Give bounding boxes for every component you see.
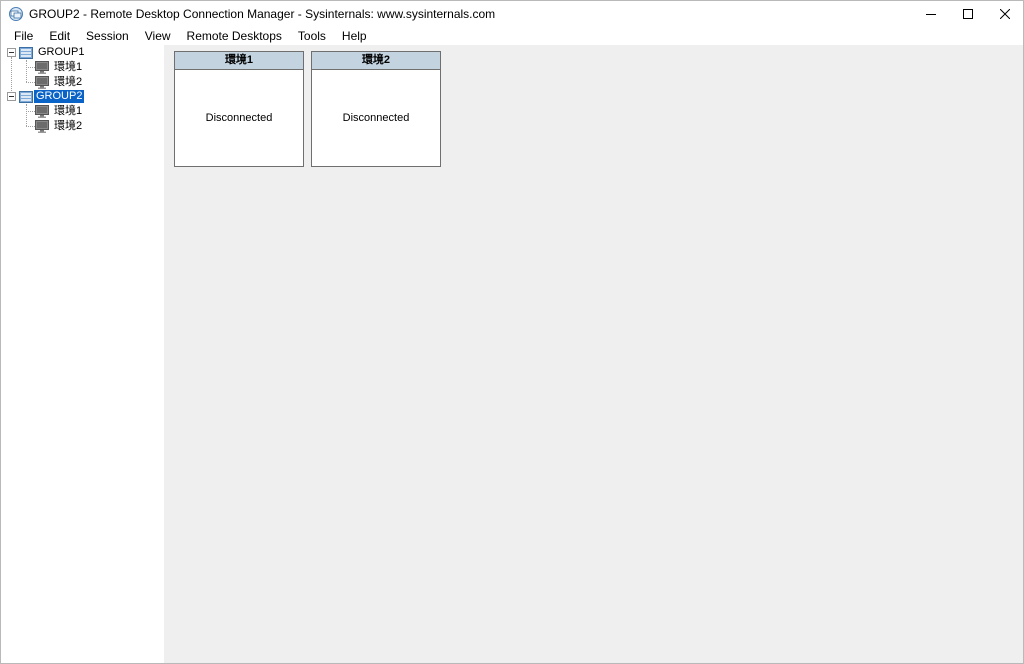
menu-tools[interactable]: Tools: [290, 27, 334, 45]
tree-connector: [26, 82, 35, 83]
thumbnail-status: Disconnected: [175, 70, 303, 166]
tree-server-group2-env1[interactable]: 環境1: [35, 104, 84, 119]
maximize-icon: [962, 9, 973, 19]
monitor-icon: [35, 105, 49, 118]
menu-edit[interactable]: Edit: [41, 27, 78, 45]
tree-connector: [26, 104, 27, 126]
connection-status: Disconnected: [205, 112, 273, 124]
connection-status: Disconnected: [342, 112, 410, 124]
maximize-button[interactable]: [949, 1, 986, 27]
tree-connector: [26, 126, 35, 127]
thumbnail-area: 環境1 Disconnected 環境2 Disconnected: [164, 45, 1023, 663]
tree-group-group2[interactable]: GROUP2: [19, 89, 85, 104]
window-controls: [912, 1, 1023, 27]
menu-view[interactable]: View: [137, 27, 179, 45]
monitor-icon: [35, 120, 49, 133]
tree-connector: [11, 57, 12, 97]
server-group-icon: [19, 90, 33, 103]
menu-session[interactable]: Session: [78, 27, 137, 45]
menu-remote-desktops[interactable]: Remote Desktops: [179, 27, 290, 45]
thumbnail-status: Disconnected: [312, 70, 440, 166]
minimize-button[interactable]: [912, 1, 949, 27]
tree-server-group1-env1[interactable]: 環境1: [35, 60, 84, 75]
minimize-icon: [925, 14, 936, 15]
monitor-icon: [35, 61, 49, 74]
thumbnail-title: 環境1: [175, 52, 303, 70]
server-thumbnail-env1[interactable]: 環境1 Disconnected: [174, 51, 304, 167]
tree-collapse-icon[interactable]: [7, 48, 16, 57]
thumbnail-title: 環境2: [312, 52, 440, 70]
tree-server-group2-env2[interactable]: 環境2: [35, 119, 84, 134]
tree-server-group1-env2[interactable]: 環境2: [35, 75, 84, 90]
tree-server-label: 環境2: [54, 76, 83, 88]
tree-group-label-selected: GROUP2: [34, 90, 85, 103]
server-group-icon: [19, 46, 33, 59]
tree-server-label: 環境1: [54, 61, 83, 73]
menu-help[interactable]: Help: [334, 27, 375, 45]
window-title: GROUP2 - Remote Desktop Connection Manag…: [29, 7, 496, 21]
tree-server-label: 環境1: [54, 105, 83, 117]
tree-server-label: 環境2: [54, 120, 83, 132]
tree-collapse-icon[interactable]: [7, 92, 16, 101]
title-bar[interactable]: GROUP2 - Remote Desktop Connection Manag…: [1, 1, 1023, 27]
tree-connector: [26, 67, 35, 68]
tree-group-group1[interactable]: GROUP1: [19, 45, 86, 60]
tree-connector: [26, 60, 27, 82]
server-tree[interactable]: GROUP1 環境1 環境2 GROUP2 環境1 環境2: [1, 45, 163, 663]
app-window: GROUP2 - Remote Desktop Connection Manag…: [0, 0, 1024, 664]
tree-group-label: GROUP1: [38, 46, 85, 58]
menu-file[interactable]: File: [6, 27, 41, 45]
remote-desktop-app-icon: [9, 7, 23, 21]
menu-bar: File Edit Session View Remote Desktops T…: [1, 27, 1023, 45]
tree-connector: [26, 111, 35, 112]
close-button[interactable]: [986, 1, 1023, 27]
close-icon: [999, 9, 1010, 19]
monitor-icon: [35, 76, 49, 89]
server-thumbnail-env2[interactable]: 環境2 Disconnected: [311, 51, 441, 167]
